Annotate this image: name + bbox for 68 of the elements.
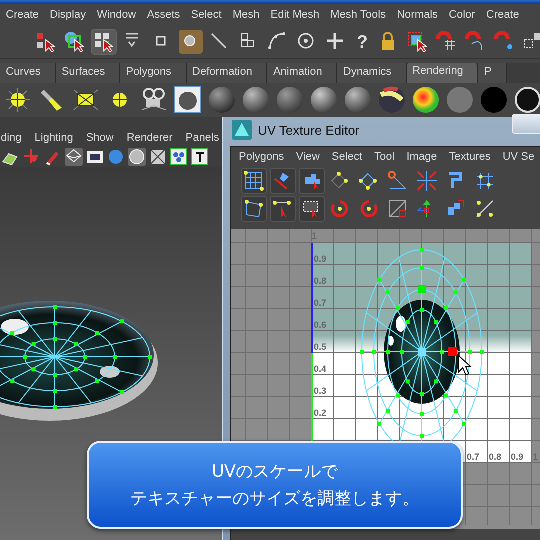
text-icon[interactable] [191, 148, 209, 166]
menu-item[interactable]: Window [97, 9, 136, 21]
menu-item[interactable]: Select [332, 151, 362, 163]
axis-label: 0.8 [489, 452, 502, 462]
menu-item[interactable]: UV Se [502, 151, 535, 163]
window-title: UV Texture Editor [258, 122, 360, 138]
menu-item[interactable]: Show [86, 132, 114, 144]
sew-icon[interactable] [415, 169, 439, 193]
menu-item[interactable]: Lighting [34, 132, 74, 144]
shelf-tab[interactable]: Curves [0, 63, 56, 83]
paint-select-icon[interactable] [92, 30, 116, 54]
shelf-tab[interactable]: Polygons [120, 63, 187, 83]
menu-item[interactable]: Create [486, 9, 520, 21]
menu-item[interactable]: Select [191, 9, 222, 21]
app-logo-icon[interactable] [232, 120, 252, 140]
axis-label: 0.3 [314, 386, 327, 396]
axis-label: 0.2 [314, 408, 327, 418]
menu-item[interactable]: Create [6, 9, 40, 21]
grid-icon[interactable] [241, 168, 267, 194]
help-button[interactable]: ? [353, 30, 372, 54]
light-icon[interactable] [4, 86, 32, 114]
shelf-tab[interactable]: Deformation [186, 63, 268, 83]
shelf-tab[interactable]: Animation [267, 63, 338, 83]
marquee-uv-icon[interactable] [299, 196, 325, 222]
move-uv-icon[interactable] [270, 196, 296, 222]
menu-item[interactable]: Mesh [232, 9, 260, 21]
marquee-select-icon[interactable] [406, 30, 430, 54]
striped-sphere-icon[interactable] [378, 86, 406, 114]
axis-label: 0.6 [314, 320, 327, 330]
callout-text: テキスチャーのサイズを調整します。 [130, 488, 420, 510]
xray-icon[interactable] [149, 148, 167, 166]
shelf-tab[interactable]: Rendering [406, 63, 478, 83]
rotate-uv-icon[interactable] [270, 168, 296, 194]
wireframe-icon[interactable] [65, 148, 83, 166]
render-view-icon[interactable] [174, 86, 202, 114]
lattice-icon[interactable] [241, 196, 267, 222]
components-icon[interactable] [170, 148, 188, 166]
axis-label: 0.9 [314, 254, 327, 264]
axis-label: 0.5 [314, 342, 327, 352]
menu-item[interactable]: Display [50, 9, 86, 21]
menu-item[interactable]: Textures [449, 151, 491, 163]
menu-item[interactable]: Assets [147, 9, 180, 21]
menu-item[interactable]: ding [1, 132, 22, 144]
filmstrip-icon[interactable] [86, 148, 104, 166]
axis-label: 0.8 [314, 276, 327, 286]
axis-label: 0.9 [511, 452, 524, 462]
axis-label: 0.4 [314, 364, 327, 374]
cursor-icon [458, 354, 472, 376]
shelf-tab[interactable]: P [478, 63, 507, 83]
menu-item[interactable]: Renderer [126, 132, 173, 144]
menu-item[interactable]: View [296, 151, 320, 163]
menu-item[interactable]: Edit Mesh [270, 9, 320, 21]
menu-item[interactable]: Panels [186, 132, 220, 144]
axis-label: 0.7 [467, 452, 480, 462]
lasso-select-icon[interactable] [63, 30, 87, 54]
shelf-tab[interactable]: Dynamics [337, 63, 407, 83]
menu-item[interactable]: Image [406, 151, 438, 163]
callout-text: UVのスケールで [212, 461, 338, 483]
select-tool-icon[interactable] [34, 30, 58, 54]
menu-item[interactable]: Tool [374, 151, 395, 163]
menu-item[interactable]: Color [449, 9, 476, 21]
menu-item[interactable]: Normals [397, 9, 438, 21]
shell-select-icon[interactable] [299, 168, 325, 194]
shelf-tab[interactable]: Surfaces [56, 63, 120, 83]
axis-label: 0.7 [314, 298, 327, 308]
rainbow-sphere-icon[interactable] [412, 86, 440, 114]
menu-item[interactable]: Mesh Tools [330, 9, 386, 21]
menu-item[interactable]: Polygons [239, 151, 284, 163]
